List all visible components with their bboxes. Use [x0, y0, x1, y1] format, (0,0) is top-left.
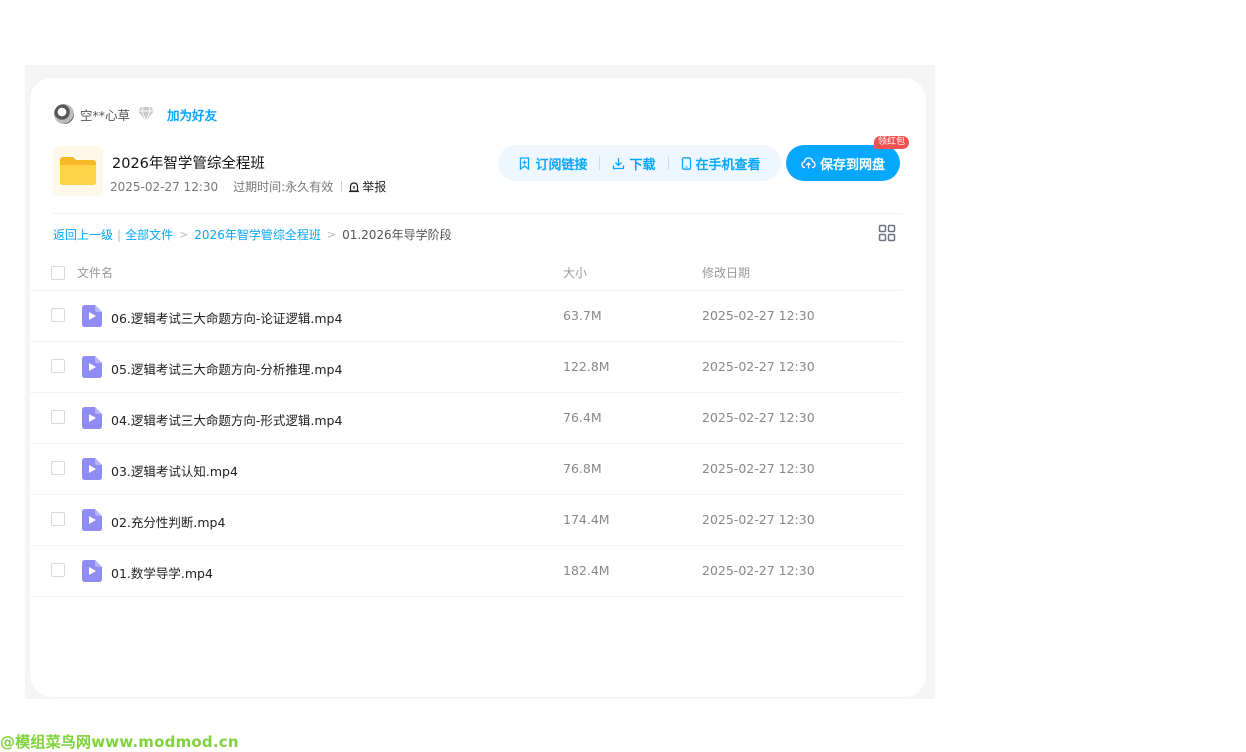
folder-icon: [53, 146, 103, 196]
diamond-vip-icon: [138, 106, 155, 122]
all-files-link[interactable]: 全部文件: [125, 226, 173, 243]
breadcrumb: 返回上一级 | 全部文件 > 2026年智学管综全程班 > 01.2026年导学…: [53, 226, 452, 243]
phone-icon: [681, 156, 691, 170]
table-header: 文件名 大小 修改日期: [30, 254, 902, 291]
file-size: 76.8M: [563, 461, 602, 476]
cloud-upload-icon: [801, 157, 816, 169]
divider: [53, 213, 902, 214]
user-name: 空**心草: [80, 107, 131, 123]
table-row[interactable]: 03.逻辑考试认知.mp4 76.8M 2025-02-27 12:30: [30, 444, 902, 495]
table-row[interactable]: 02.充分性判断.mp4 174.4M 2025-02-27 12:30: [30, 495, 902, 546]
back-link[interactable]: 返回上一级: [53, 226, 113, 243]
file-date: 2025-02-27 12:30: [702, 461, 815, 476]
report-label: 举报: [362, 180, 387, 194]
file-name[interactable]: 01.数学导学.mp4: [111, 563, 213, 582]
share-meta: 2025-02-27 12:30 过期时间: 永久有效 举报: [110, 178, 386, 195]
file-size: 182.4M: [563, 563, 610, 578]
row-checkbox[interactable]: [51, 512, 65, 526]
row-checkbox[interactable]: [51, 563, 65, 577]
subscribe-label: 订阅链接: [535, 157, 588, 173]
table-row[interactable]: 06.逻辑考试三大命题方向-论证逻辑.mp4 63.7M 2025-02-27 12…: [30, 291, 902, 342]
divider: [341, 181, 343, 192]
view-on-mobile-button[interactable]: 在手机查看: [681, 154, 761, 173]
divider: [599, 156, 601, 170]
file-name[interactable]: 02.充分性判断.mp4: [111, 512, 225, 531]
video-file-icon: [82, 305, 102, 327]
file-size: 174.4M: [563, 512, 610, 527]
file-list: 06.逻辑考试三大命题方向-论证逻辑.mp4 63.7M 2025-02-27 12…: [30, 291, 902, 597]
alarm-bell-icon: [349, 181, 360, 192]
row-checkbox[interactable]: [51, 461, 65, 475]
mobile-label: 在手机查看: [695, 157, 761, 173]
table-row[interactable]: 04.逻辑考试三大命题方向-形式逻辑.mp4 76.4M 2025-02-27 12…: [30, 393, 902, 444]
select-all-checkbox[interactable]: [51, 266, 65, 280]
file-date: 2025-02-27 12:30: [702, 563, 815, 578]
download-icon: [613, 157, 625, 169]
file-name[interactable]: 05.逻辑考试三大命题方向-分析推理.mp4: [111, 359, 342, 378]
chevron-right-icon: >: [179, 228, 189, 241]
chevron-right-icon: >: [326, 228, 337, 241]
video-file-icon: [82, 509, 102, 531]
video-file-icon: [82, 356, 102, 378]
row-checkbox[interactable]: [51, 359, 65, 373]
file-size: 122.8M: [563, 359, 610, 374]
divider: [667, 156, 669, 170]
bookmark-plus-icon: [520, 156, 530, 170]
file-name[interactable]: 06.逻辑考试三大命题方向-论证逻辑.mp4: [111, 308, 342, 327]
row-checkbox[interactable]: [51, 308, 65, 322]
table-row[interactable]: 01.数学导学.mp4 182.4M 2025-02-27 12:30: [30, 546, 902, 597]
breadcrumb-folder-link[interactable]: 2026年智学管综全程班: [194, 226, 321, 243]
share-date: 2025-02-27 12:30: [110, 179, 219, 194]
save-to-drive-button[interactable]: 保存到网盘: [786, 145, 900, 181]
row-checkbox[interactable]: [51, 410, 65, 424]
grid-view-icon[interactable]: [878, 224, 896, 242]
video-file-icon: [82, 407, 102, 429]
download-label: 下载: [629, 157, 656, 173]
file-date: 2025-02-27 12:30: [702, 410, 815, 425]
column-header-size[interactable]: 大小: [563, 264, 587, 281]
column-header-name[interactable]: 文件名: [77, 264, 113, 281]
breadcrumb-current: 01.2026年导学阶段: [342, 228, 452, 242]
red-packet-badge[interactable]: 领红包: [874, 136, 910, 149]
file-size: 76.4M: [563, 410, 602, 425]
add-friend-link[interactable]: 加为好友: [167, 105, 217, 124]
file-date: 2025-02-27 12:30: [702, 512, 815, 527]
video-file-icon: [82, 560, 102, 582]
file-size: 63.7M: [563, 308, 602, 323]
file-date: 2025-02-27 12:30: [702, 359, 815, 374]
share-actions: 订阅链接 下载 在手机查看: [498, 145, 781, 181]
report-link[interactable]: 举报: [348, 178, 386, 195]
file-table: 文件名 大小 修改日期 06.逻辑考试三大命题方向-论证逻辑.mp4 63.7M 2…: [30, 254, 902, 597]
share-title: 2026年智学管综全程班: [112, 156, 265, 172]
column-header-date[interactable]: 修改日期: [702, 264, 750, 281]
file-name[interactable]: 04.逻辑考试三大命题方向-形式逻辑.mp4: [111, 410, 342, 429]
user-row: 空**心草 加为好友: [54, 104, 217, 124]
file-name[interactable]: 03.逻辑考试认知.mp4: [111, 461, 238, 480]
avatar[interactable]: [54, 104, 74, 124]
subscribe-button[interactable]: 订阅链接: [518, 154, 587, 173]
download-button[interactable]: 下载: [612, 154, 656, 173]
share-card: 空**心草 加为好友 2026年智学管综全程班 2025-02-27 12:30…: [30, 78, 926, 697]
save-label: 保存到网盘: [819, 157, 885, 173]
file-date: 2025-02-27 12:30: [702, 308, 815, 323]
video-file-icon: [82, 458, 102, 480]
expiry-value: 永久有效: [285, 180, 334, 194]
expiry-label: 过期时间:: [233, 180, 286, 194]
table-row[interactable]: 05.逻辑考试三大命题方向-分析推理.mp4 122.8M 2025-02-27 1…: [30, 342, 902, 393]
divider: |: [117, 227, 122, 242]
